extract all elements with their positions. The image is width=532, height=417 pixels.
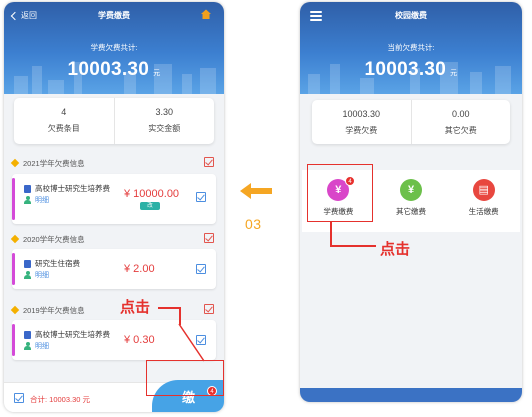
service-living-payment[interactable]: ▤ 生活缴费 bbox=[447, 170, 520, 232]
owed-label: 当前欠费共计: bbox=[387, 43, 435, 52]
stat-other-debt: 0.00 其它欠费 bbox=[410, 100, 511, 144]
stat-tuition-debt: 10003.30 学费欠费 bbox=[342, 109, 381, 135]
owed-amount: 10003.30 元 bbox=[67, 59, 161, 80]
header-banner: 返回 学费缴费 学费欠费共计: 10003.30 元 bbox=[4, 2, 224, 94]
arrow-left-icon bbox=[240, 183, 272, 199]
yen-icon: ¥ bbox=[400, 179, 422, 201]
step-number: 03 bbox=[245, 216, 262, 232]
year-header-2019: 2019学年欠费信息 bbox=[10, 303, 216, 317]
detail-link[interactable]: 明细 bbox=[24, 270, 49, 280]
stats-card: 10003.30 学费欠费 0.00 其它欠费 bbox=[312, 100, 510, 144]
detail-link[interactable]: 明细 bbox=[24, 195, 49, 205]
service-label: 其它缴费 bbox=[396, 207, 426, 216]
click-annotation-left: 点击 bbox=[120, 299, 151, 316]
debt-amount: ¥ 10000.00 bbox=[124, 188, 180, 200]
item-select-checkbox[interactable] bbox=[196, 264, 206, 274]
highlight-frame-tuition bbox=[307, 164, 373, 222]
annotation-diagonal bbox=[178, 323, 205, 362]
detail-link[interactable]: 明细 bbox=[24, 341, 49, 351]
item-select-checkbox[interactable] bbox=[196, 192, 206, 202]
year-header-2020: 2020学年欠费信息 bbox=[10, 232, 216, 246]
stats-card: 4 欠费条目 3.30 实交金额 bbox=[14, 98, 214, 144]
select-all-checkbox[interactable] bbox=[14, 393, 24, 403]
top-bar: 校园缴费 bbox=[300, 8, 522, 24]
person-icon bbox=[24, 196, 31, 204]
debt-item-card[interactable]: 研究生住宿费 明细 ¥ 2.00 bbox=[12, 249, 216, 289]
person-icon bbox=[24, 342, 31, 350]
annotation-line bbox=[330, 245, 376, 247]
year-header-2021: 2021学年欠费信息 bbox=[10, 156, 216, 170]
bottom-bar bbox=[300, 388, 522, 402]
header-banner: 校园缴费 当前欠费共计: 10003.30 元 bbox=[300, 2, 522, 94]
service-other-payment[interactable]: ¥ 其它缴费 bbox=[375, 170, 448, 232]
edit-tag[interactable]: 改 bbox=[140, 202, 160, 210]
owed-amount: 10003.30 元 bbox=[364, 59, 458, 80]
page-title: 学费缴费 bbox=[98, 11, 130, 20]
service-label: 生活缴费 bbox=[468, 207, 499, 216]
debt-item-name: 研究生住宿费 bbox=[35, 259, 80, 268]
person-icon bbox=[24, 271, 31, 279]
diamond-icon bbox=[10, 305, 20, 315]
receipt-icon: ▤ bbox=[472, 179, 495, 201]
click-annotation-right: 点击 bbox=[380, 241, 411, 258]
debt-amount: ¥ 2.00 bbox=[124, 263, 155, 275]
document-icon bbox=[24, 259, 31, 268]
footer-total: 合计: 10003.30 元 bbox=[30, 395, 91, 404]
diamond-icon bbox=[10, 158, 20, 168]
debt-item-name: 高校博士研究生培养费 bbox=[35, 184, 110, 193]
year-select-checkbox[interactable] bbox=[204, 157, 214, 167]
document-icon bbox=[24, 330, 31, 339]
debt-item-card[interactable]: 高校博士研究生培养费 明细 ¥ 10000.00 改 bbox=[12, 174, 216, 224]
debt-amount: ¥ 0.30 bbox=[124, 334, 155, 346]
year-select-checkbox[interactable] bbox=[204, 233, 214, 243]
page-title: 校园缴费 bbox=[395, 11, 427, 20]
stat-debt-items: 4 欠费条目 bbox=[47, 107, 80, 133]
annotation-line bbox=[330, 222, 332, 246]
year-select-checkbox[interactable] bbox=[204, 304, 214, 314]
highlight-frame-pay bbox=[146, 360, 224, 396]
debt-item-name: 高校博士研究生培养费 bbox=[35, 330, 110, 339]
annotation-line bbox=[158, 307, 180, 309]
document-icon bbox=[24, 184, 31, 193]
home-icon[interactable] bbox=[200, 8, 212, 20]
diamond-icon bbox=[10, 234, 20, 244]
owed-label: 学费欠费共计: bbox=[90, 43, 138, 52]
top-bar: 返回 学费缴费 bbox=[4, 8, 224, 24]
stat-paid-amount: 3.30 实交金额 bbox=[113, 98, 215, 144]
